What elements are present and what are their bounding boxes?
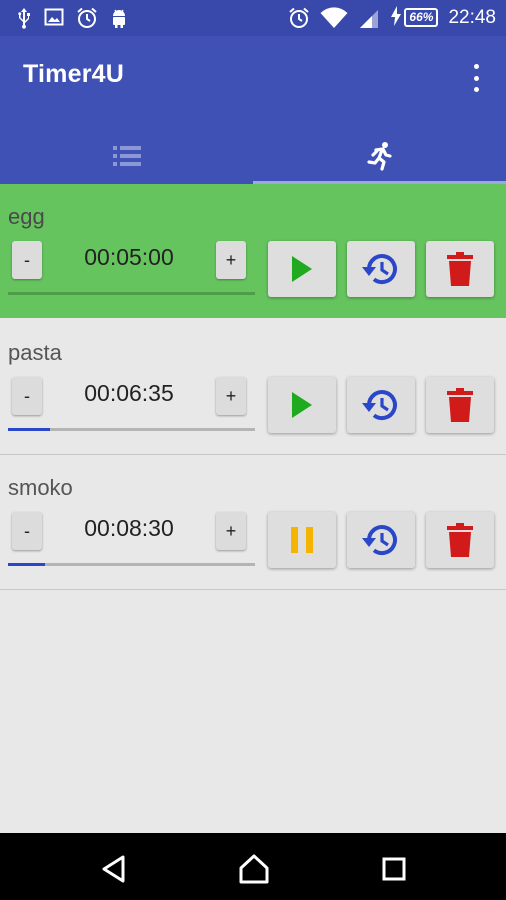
back-icon — [102, 855, 125, 883]
timer-time: 00:05:00 — [84, 244, 174, 270]
timer-time: 00:08:30 — [84, 515, 174, 541]
timer-progress-fill — [8, 563, 46, 566]
timer-row[interactable]: pasta - 00:06:35 + — [0, 320, 506, 455]
delete-button[interactable] — [426, 241, 494, 297]
increase-time-button[interactable]: + — [216, 512, 246, 550]
timer-progress-bar — [8, 563, 255, 566]
trash-icon — [447, 523, 473, 557]
usb-icon — [16, 7, 32, 29]
charging-icon — [390, 6, 402, 29]
trash-icon — [447, 252, 473, 286]
android-icon — [110, 7, 128, 29]
play-button[interactable] — [268, 241, 336, 297]
home-icon — [239, 854, 269, 884]
list-icon — [112, 146, 141, 166]
alarm-icon — [288, 7, 310, 29]
history-icon — [362, 390, 397, 421]
navigation-bar — [0, 833, 506, 900]
pause-icon — [291, 527, 313, 553]
recents-button[interactable] — [374, 849, 414, 889]
app-title: Timer4U — [23, 60, 124, 88]
timer-progress-bar — [8, 292, 255, 295]
alarm-icon — [76, 7, 98, 29]
play-button[interactable] — [268, 377, 336, 433]
running-icon — [366, 142, 392, 171]
tab-timer-list[interactable] — [0, 128, 253, 184]
delete-button[interactable] — [426, 377, 494, 433]
timer-name[interactable]: smoko — [8, 475, 73, 501]
trash-icon — [447, 388, 473, 422]
battery-level: 66% — [404, 8, 439, 27]
home-button[interactable] — [234, 849, 274, 889]
reset-button[interactable] — [347, 241, 415, 297]
status-time: 22:48 — [448, 6, 496, 28]
decrease-time-button[interactable]: - — [12, 377, 42, 415]
timer-name[interactable]: pasta — [8, 340, 62, 366]
timer-name[interactable]: egg — [8, 204, 45, 230]
tab-running-timers[interactable] — [253, 128, 506, 184]
timer-row[interactable]: smoko - 00:08:30 + — [0, 455, 506, 590]
increase-time-button[interactable]: + — [216, 377, 246, 415]
increase-time-button[interactable]: + — [216, 241, 246, 279]
recents-icon — [382, 857, 406, 881]
decrease-time-button[interactable]: - — [12, 241, 42, 279]
timer-progress-fill — [8, 428, 50, 431]
back-button[interactable] — [94, 849, 134, 889]
play-icon — [292, 256, 312, 282]
app-bar: Timer4U — [0, 36, 506, 184]
status-bar: 66% 22:48 — [0, 0, 506, 36]
more-vert-icon[interactable] — [468, 64, 484, 92]
image-icon — [44, 7, 64, 29]
pause-button[interactable] — [268, 512, 336, 568]
timer-row[interactable]: egg - 00:05:00 + — [0, 184, 506, 318]
decrease-time-button[interactable]: - — [12, 512, 42, 550]
reset-button[interactable] — [347, 377, 415, 433]
reset-button[interactable] — [347, 512, 415, 568]
history-icon — [362, 254, 397, 285]
play-icon — [292, 392, 312, 418]
timer-progress-bar — [8, 428, 255, 431]
wifi-icon — [320, 6, 348, 29]
signal-icon — [358, 7, 380, 29]
history-icon — [362, 525, 397, 556]
delete-button[interactable] — [426, 512, 494, 568]
timer-time: 00:06:35 — [84, 380, 174, 406]
